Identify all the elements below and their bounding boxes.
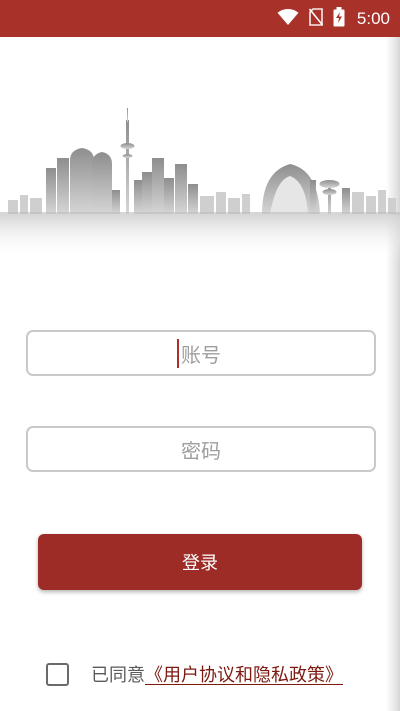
text-cursor xyxy=(177,339,179,368)
agreement-prefix: 已同意 xyxy=(91,665,145,686)
city-skyline-illustration xyxy=(0,108,400,260)
agreement-checkbox[interactable] xyxy=(46,662,69,686)
wifi-icon xyxy=(277,8,299,29)
agreement-link[interactable]: 《用户协议和隐私政策》 xyxy=(145,661,343,687)
account-input[interactable]: 账号 xyxy=(26,330,376,376)
agreement-row: 已同意 《用户协议和隐私政策》 xyxy=(46,660,343,688)
battery-charging-icon xyxy=(333,6,345,31)
status-bar: 5:00 xyxy=(0,0,400,37)
account-placeholder: 账号 xyxy=(181,342,221,367)
password-input[interactable]: 密码 xyxy=(26,426,376,472)
status-icons: 5:00 xyxy=(277,0,390,37)
password-placeholder: 密码 xyxy=(181,438,221,463)
no-sim-icon xyxy=(308,7,324,30)
login-button[interactable]: 登录 xyxy=(38,534,362,590)
status-time: 5:00 xyxy=(356,8,390,28)
